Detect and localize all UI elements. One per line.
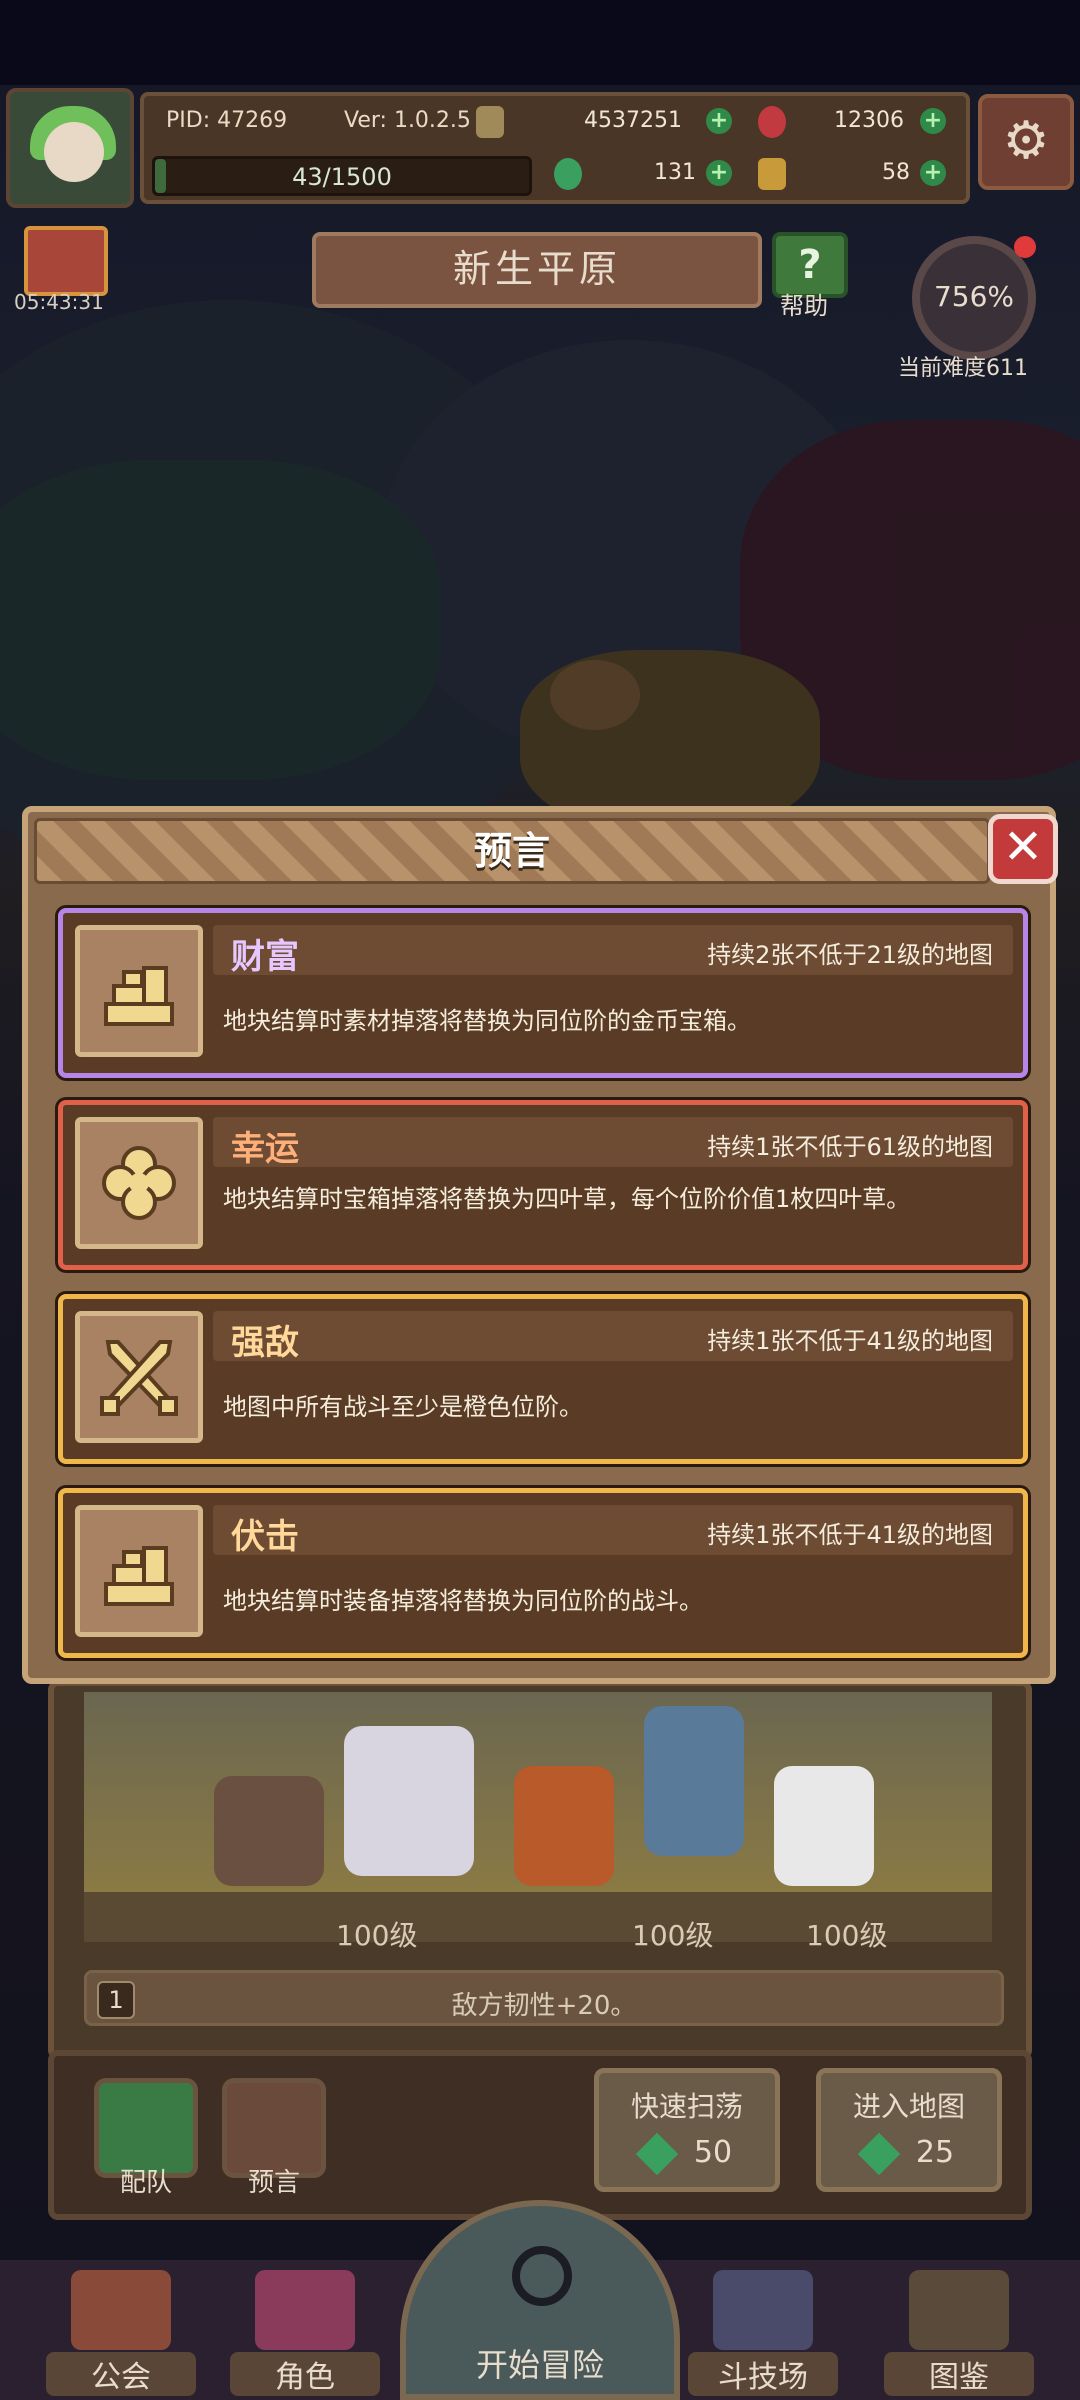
clover-gem-icon: [857, 2132, 901, 2175]
card-name: 幸运: [231, 1129, 299, 1169]
gift-box-icon[interactable]: [24, 226, 108, 296]
level-label: 100级: [336, 1919, 418, 1952]
nav-codex[interactable]: 图鉴: [884, 2270, 1034, 2400]
material-amount: 58: [882, 160, 910, 185]
enter-map-label: 进入地图: [852, 2090, 965, 2123]
resource-panel: PID: 47269 Ver: 1.0.2.5 4537251 + 12306 …: [140, 92, 970, 204]
gold-stack-icon: [75, 925, 203, 1057]
material-icon: [758, 158, 786, 190]
quick-sweep-label: 快速扫荡: [630, 2090, 743, 2123]
player-avatar[interactable]: [6, 88, 134, 208]
clover-icon: [554, 158, 582, 190]
card-name: 伏击: [231, 1517, 299, 1557]
help-label: 帮助: [780, 292, 828, 320]
team-label: 配队: [120, 2168, 173, 2198]
hero-sprite-bunny: [644, 1706, 744, 1856]
add-material-button[interactable]: +: [920, 160, 946, 186]
modal-header: 预言: [34, 818, 990, 884]
clover-gem-icon: [635, 2132, 679, 2175]
prophecy-card[interactable]: 幸运 持续1张不低于61级的地图 地块结算时宝箱掉落将替换为四叶草，每个位阶价值…: [58, 1100, 1028, 1270]
action-bar: 配队 预言 快速扫荡 50 进入地图 25: [48, 2050, 1032, 2220]
add-clover-button[interactable]: +: [706, 160, 732, 186]
quick-sweep-button[interactable]: 快速扫荡 50: [594, 2068, 780, 2192]
clover-icon: [75, 1117, 203, 1249]
card-name: 强敌: [231, 1323, 299, 1363]
modal-title: 预言: [473, 829, 550, 873]
card-description: 地块结算时宝箱掉落将替换为四叶草，每个位阶价值1枚四叶草。: [223, 1185, 911, 1213]
gift-timer: 05:43:31: [14, 290, 104, 314]
red-gem-amount: 12306: [834, 108, 904, 133]
codex-book-icon: [909, 2270, 1009, 2350]
effect-text: 敌方韧性+20。: [451, 1991, 637, 2021]
guild-icon: [71, 2270, 171, 2350]
map-title: 新生平原: [312, 232, 762, 308]
card-description: 地图中所有战斗至少是橙色位阶。: [223, 1393, 583, 1421]
player-id: PID: 47269: [166, 108, 288, 133]
gold-stack-icon: [75, 1505, 203, 1637]
gold-amount: 4537251: [584, 108, 682, 133]
enemy-effect-row: 1 敌方韧性+20。: [84, 1970, 1004, 2026]
difficulty-label: 当前难度611: [898, 356, 1028, 381]
crossed-swords-icon: [713, 2270, 813, 2350]
quick-sweep-cost: 50: [693, 2135, 733, 2170]
nav-codex-label: 图鉴: [884, 2352, 1034, 2396]
cat-sprite: [774, 1766, 874, 1886]
start-adventure-label: 开始冒险: [475, 2346, 604, 2384]
gold-coin-icon: [476, 106, 504, 138]
nav-guild[interactable]: 公会: [46, 2270, 196, 2400]
card-description: 地块结算时素材掉落将替换为同位阶的金币宝箱。: [223, 1007, 751, 1035]
notification-dot: [1014, 236, 1036, 258]
card-duration: 持续2张不低于21级的地图: [707, 941, 993, 969]
version-label: Ver: 1.0.2.5: [344, 108, 471, 133]
clover-amount: 131: [654, 160, 696, 185]
prophecy-card[interactable]: 财富 持续2张不低于21级的地图 地块结算时素材掉落将替换为同位阶的金币宝箱。: [58, 908, 1028, 1078]
red-gem-icon: [758, 106, 786, 138]
card-description: 地块结算时装备掉落将替换为同位阶的战斗。: [223, 1587, 703, 1615]
nav-guild-label: 公会: [46, 2352, 196, 2396]
nav-character[interactable]: 角色: [230, 2270, 380, 2400]
crossed-swords-icon: [75, 1311, 203, 1443]
nav-arena[interactable]: 斗技场: [688, 2270, 838, 2400]
card-duration: 持续1张不低于41级的地图: [707, 1327, 993, 1355]
level-label: 100级: [632, 1919, 714, 1952]
top-hud: PID: 47269 Ver: 1.0.2.5 4537251 + 12306 …: [0, 88, 1080, 208]
card-duration: 持续1张不低于41级的地图: [707, 1521, 993, 1549]
character-icon: [255, 2270, 355, 2350]
card-name: 财富: [231, 937, 299, 977]
prophecy-card[interactable]: 伏击 持续1张不低于41级的地图 地块结算时装备掉落将替换为同位阶的战斗。: [58, 1488, 1028, 1658]
card-duration: 持续1张不低于61级的地图: [707, 1133, 993, 1161]
prophecy-label: 预言: [248, 2168, 301, 2198]
nav-arena-label: 斗技场: [688, 2352, 838, 2396]
close-icon[interactable]: ✕: [988, 814, 1058, 884]
hero-sprite-orange: [514, 1766, 614, 1886]
magnifier-icon: [512, 2246, 572, 2306]
enter-map-cost: 25: [915, 2135, 955, 2170]
pet-sprite: [214, 1776, 324, 1886]
add-gold-button[interactable]: +: [706, 108, 732, 134]
avatar-face: [44, 122, 104, 182]
level-label: 100级: [806, 1919, 888, 1952]
hero-sprite-white: [344, 1726, 474, 1876]
nav-character-label: 角色: [230, 2352, 380, 2396]
add-red-gem-button[interactable]: +: [920, 108, 946, 134]
enter-map-button[interactable]: 进入地图 25: [816, 2068, 1002, 2192]
settings-gear-icon[interactable]: ⚙: [978, 94, 1074, 190]
prophecy-card[interactable]: 强敌 持续1张不低于41级的地图 地图中所有战斗至少是橙色位阶。: [58, 1294, 1028, 1464]
prophecy-modal: 预言 ✕ 财富 持续2张不低于21级的地图 地块结算时素材掉落将替换为同位阶的金…: [22, 806, 1058, 1684]
